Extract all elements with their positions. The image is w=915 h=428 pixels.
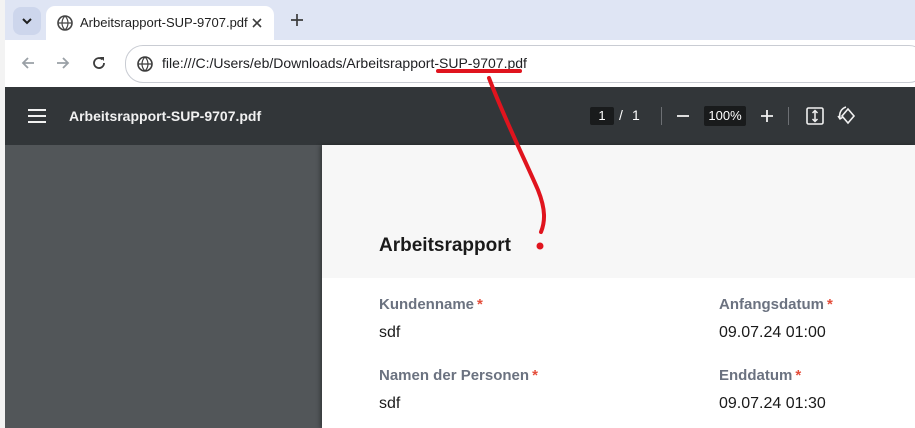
pdf-page: Arbeitsrapport Kundenname * sdf Anfangsda… [322,145,915,428]
site-info-icon[interactable] [137,56,153,72]
zoom-level-input[interactable]: 100% [704,106,746,126]
globe-icon [57,15,73,31]
field-label-namen-der-personen: Namen der Personen * [379,367,538,384]
chevron-down-icon [22,18,32,25]
field-value-anfangsdatum: 09.07.24 01:00 [719,324,826,341]
field-label-enddatum: Enddatum * [719,367,801,384]
document-title: Arbeitsrapport [379,235,511,256]
address-bar[interactable]: file:///C:/Users/eb/Downloads/Arbeitsrap… [125,45,915,83]
field-value-namen-der-personen: sdf [379,395,401,412]
field-label-text: Kundenname [379,296,475,313]
zoom-out-button[interactable] [674,107,692,125]
field-label-kundenname: Kundenname * [379,296,483,313]
page-number-input[interactable]: 1 [590,107,614,125]
reload-icon [93,57,105,69]
field-label-text: Namen der Personen [379,367,530,384]
field-value-kundenname: sdf [379,324,401,341]
new-tab-button[interactable] [288,11,306,29]
tab-search-button[interactable] [13,7,41,35]
arrow-right-icon [57,57,70,69]
toolbar-divider [788,107,789,125]
menu-icon[interactable] [27,108,47,124]
tab-title: Arbeitsrapport-SUP-9707.pdf [80,15,248,30]
browser-tab-strip: Arbeitsrapport-SUP-9707.pdf [5,0,915,40]
pdf-title: Arbeitsrapport-SUP-9707.pdf [69,108,262,124]
toolbar-divider [661,107,662,125]
required-asterisk: * [532,367,538,384]
field-label-text: Anfangsdatum [719,296,824,313]
browser-toolbar: file:///C:/Users/eb/Downloads/Arbeitsrap… [5,40,915,88]
fit-to-page-icon[interactable] [805,106,825,126]
page-header-band [322,145,915,278]
reload-button[interactable] [88,52,110,74]
close-icon[interactable] [250,16,264,30]
required-asterisk: * [795,367,802,384]
field-value-enddatum: 09.07.24 01:30 [719,395,826,412]
address-url[interactable]: file:///C:/Users/eb/Downloads/Arbeitsrap… [162,55,527,71]
active-tab[interactable]: Arbeitsrapport-SUP-9707.pdf [46,6,274,40]
page-separator: / [619,107,623,123]
back-button[interactable] [17,52,39,74]
pdf-toolbar: Arbeitsrapport-SUP-9707.pdf 1 / 1 100% [5,87,915,145]
required-asterisk: * [477,296,483,313]
forward-button[interactable] [52,52,74,74]
arrow-left-icon [21,57,34,69]
page-total: 1 [632,107,640,123]
zoom-in-button[interactable] [758,107,776,125]
field-label-anfangsdatum: Anfangsdatum * [719,296,833,313]
rotate-icon[interactable] [837,105,859,127]
required-asterisk: * [827,296,833,313]
field-label-text: Enddatum [719,367,793,384]
